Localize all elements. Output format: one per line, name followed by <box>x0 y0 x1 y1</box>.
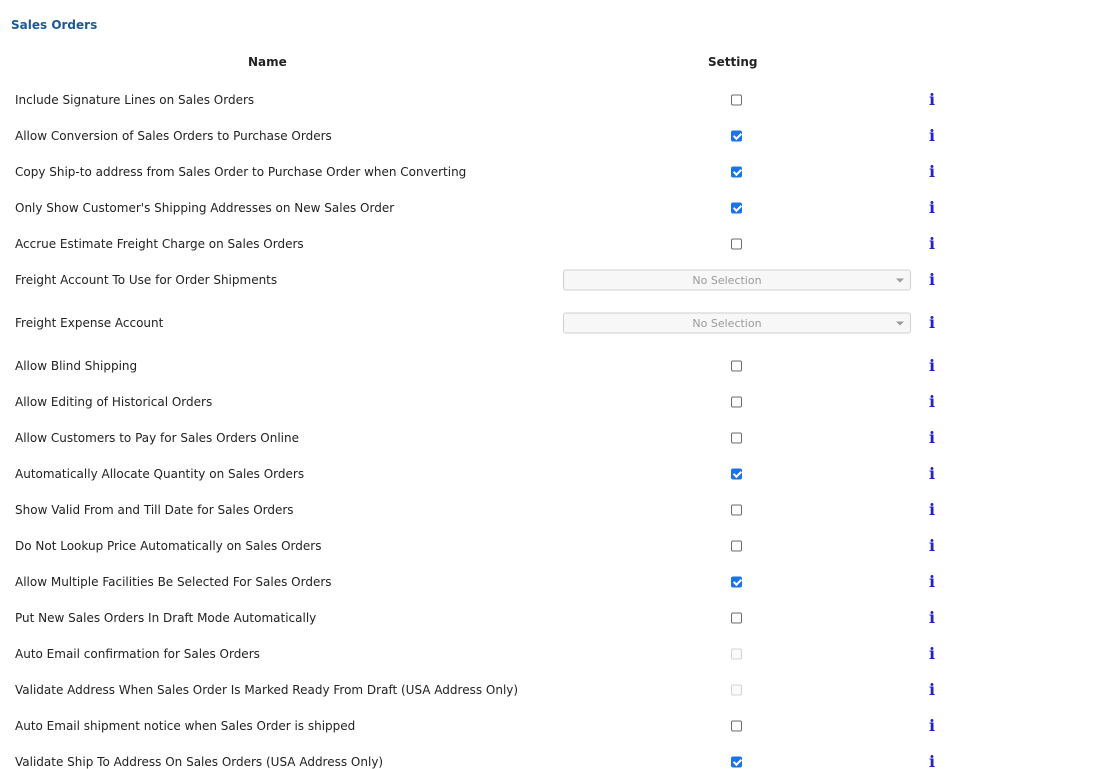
setting-label: Allow Customers to Pay for Sales Orders … <box>15 431 299 445</box>
info-icon[interactable]: i <box>929 272 935 288</box>
select-value: No Selection <box>692 273 762 287</box>
put-new-sales-orders-in-draft-mode-automatically-checkbox[interactable] <box>731 612 742 624</box>
info-icon[interactable]: i <box>929 466 935 482</box>
setting-label: Auto Email shipment notice when Sales Or… <box>15 719 356 733</box>
auto-email-shipment-notice-when-sales-order-is-shipped-checkbox[interactable] <box>731 720 742 732</box>
info-icon[interactable]: i <box>929 128 935 144</box>
info-icon[interactable]: i <box>929 315 935 331</box>
setting-label: Validate Address When Sales Order Is Mar… <box>15 683 519 697</box>
validate-ship-to-address-on-sales-orders-usa-address-only-checkbox[interactable] <box>731 756 742 768</box>
column-header-name: Name <box>248 55 287 69</box>
freight-account-to-use-for-order-shipments-select[interactable]: No Selection <box>563 269 911 291</box>
setting-label: Automatically Allocate Quantity on Sales… <box>15 467 305 481</box>
setting-row: Include Signature Lines on Sales Orders i <box>0 82 1096 118</box>
sales-orders-settings-page: Sales Orders Name Setting Include Signat… <box>0 0 1096 769</box>
chevron-down-icon <box>896 321 904 326</box>
setting-label: Allow Conversion of Sales Orders to Purc… <box>15 129 332 143</box>
info-icon[interactable]: i <box>929 358 935 374</box>
setting-label: Put New Sales Orders In Draft Mode Autom… <box>15 611 317 625</box>
allow-customers-to-pay-for-sales-orders-online-checkbox[interactable] <box>731 432 742 444</box>
validate-address-when-sales-order-is-marked-ready-from-draft-usa-address-only-checkbox <box>731 684 742 696</box>
setting-row: Freight Expense Account No Selection i <box>0 305 1096 341</box>
info-icon[interactable]: i <box>929 200 935 216</box>
setting-row: Automatically Allocate Quantity on Sales… <box>0 456 1096 492</box>
info-icon[interactable]: i <box>929 164 935 180</box>
allow-multiple-facilities-be-selected-for-sales-orders-checkbox[interactable] <box>731 576 742 588</box>
automatically-allocate-quantity-on-sales-orders-checkbox[interactable] <box>731 468 742 480</box>
select-value: No Selection <box>692 316 762 330</box>
info-icon[interactable]: i <box>929 754 935 769</box>
info-icon[interactable]: i <box>929 718 935 734</box>
column-header-setting: Setting <box>708 55 758 69</box>
setting-label: Allow Blind Shipping <box>15 359 138 373</box>
setting-label: Copy Ship-to address from Sales Order to… <box>15 165 467 179</box>
info-icon[interactable]: i <box>929 682 935 698</box>
setting-row: Put New Sales Orders In Draft Mode Autom… <box>0 600 1096 636</box>
info-icon[interactable]: i <box>929 430 935 446</box>
only-show-customer-s-shipping-addresses-on-new-sales-order-checkbox[interactable] <box>731 202 742 214</box>
setting-label: Include Signature Lines on Sales Orders <box>15 93 255 107</box>
setting-row: Allow Customers to Pay for Sales Orders … <box>0 420 1096 456</box>
info-icon[interactable]: i <box>929 610 935 626</box>
info-icon[interactable]: i <box>929 538 935 554</box>
freight-expense-account-select[interactable]: No Selection <box>563 312 911 334</box>
setting-row: Allow Conversion of Sales Orders to Purc… <box>0 118 1096 154</box>
show-valid-from-and-till-date-for-sales-orders-checkbox[interactable] <box>731 504 742 516</box>
setting-row: Accrue Estimate Freight Charge on Sales … <box>0 226 1096 262</box>
setting-row: Allow Multiple Facilities Be Selected Fo… <box>0 564 1096 600</box>
setting-row: Allow Editing of Historical Orders i <box>0 384 1096 420</box>
info-icon[interactable]: i <box>929 92 935 108</box>
setting-row: Auto Email shipment notice when Sales Or… <box>0 708 1096 744</box>
setting-label: Allow Multiple Facilities Be Selected Fo… <box>15 575 332 589</box>
setting-label: Only Show Customer's Shipping Addresses … <box>15 201 395 215</box>
copy-ship-to-address-from-sales-order-to-purchase-order-when-converting-checkbox[interactable] <box>731 166 742 178</box>
chevron-down-icon <box>896 278 904 283</box>
info-icon[interactable]: i <box>929 646 935 662</box>
section-title: Sales Orders <box>11 18 98 32</box>
setting-label: Accrue Estimate Freight Charge on Sales … <box>15 237 304 251</box>
setting-row: Freight Account To Use for Order Shipmen… <box>0 262 1096 298</box>
setting-row: Auto Email confirmation for Sales Orders… <box>0 636 1096 672</box>
setting-row: Show Valid From and Till Date for Sales … <box>0 492 1096 528</box>
setting-label: Auto Email confirmation for Sales Orders <box>15 647 260 661</box>
setting-label: Freight Expense Account <box>15 316 164 330</box>
do-not-lookup-price-automatically-on-sales-orders-checkbox[interactable] <box>731 540 742 552</box>
setting-row: Only Show Customer's Shipping Addresses … <box>0 190 1096 226</box>
setting-label: Freight Account To Use for Order Shipmen… <box>15 273 278 287</box>
allow-conversion-of-sales-orders-to-purchase-orders-checkbox[interactable] <box>731 130 742 142</box>
setting-row: Copy Ship-to address from Sales Order to… <box>0 154 1096 190</box>
setting-label: Validate Ship To Address On Sales Orders… <box>15 755 384 769</box>
include-signature-lines-on-sales-orders-checkbox[interactable] <box>731 94 742 106</box>
info-icon[interactable]: i <box>929 236 935 252</box>
setting-row: Do Not Lookup Price Automatically on Sal… <box>0 528 1096 564</box>
info-icon[interactable]: i <box>929 574 935 590</box>
setting-label: Do Not Lookup Price Automatically on Sal… <box>15 539 322 553</box>
setting-row: Validate Ship To Address On Sales Orders… <box>0 744 1096 769</box>
info-icon[interactable]: i <box>929 502 935 518</box>
info-icon[interactable]: i <box>929 394 935 410</box>
auto-email-confirmation-for-sales-orders-checkbox <box>731 648 742 660</box>
setting-label: Allow Editing of Historical Orders <box>15 395 213 409</box>
allow-editing-of-historical-orders-checkbox[interactable] <box>731 396 742 408</box>
setting-label: Show Valid From and Till Date for Sales … <box>15 503 294 517</box>
setting-row: Validate Address When Sales Order Is Mar… <box>0 672 1096 708</box>
setting-row: Allow Blind Shipping i <box>0 348 1096 384</box>
accrue-estimate-freight-charge-on-sales-orders-checkbox[interactable] <box>731 238 742 250</box>
allow-blind-shipping-checkbox[interactable] <box>731 360 742 372</box>
